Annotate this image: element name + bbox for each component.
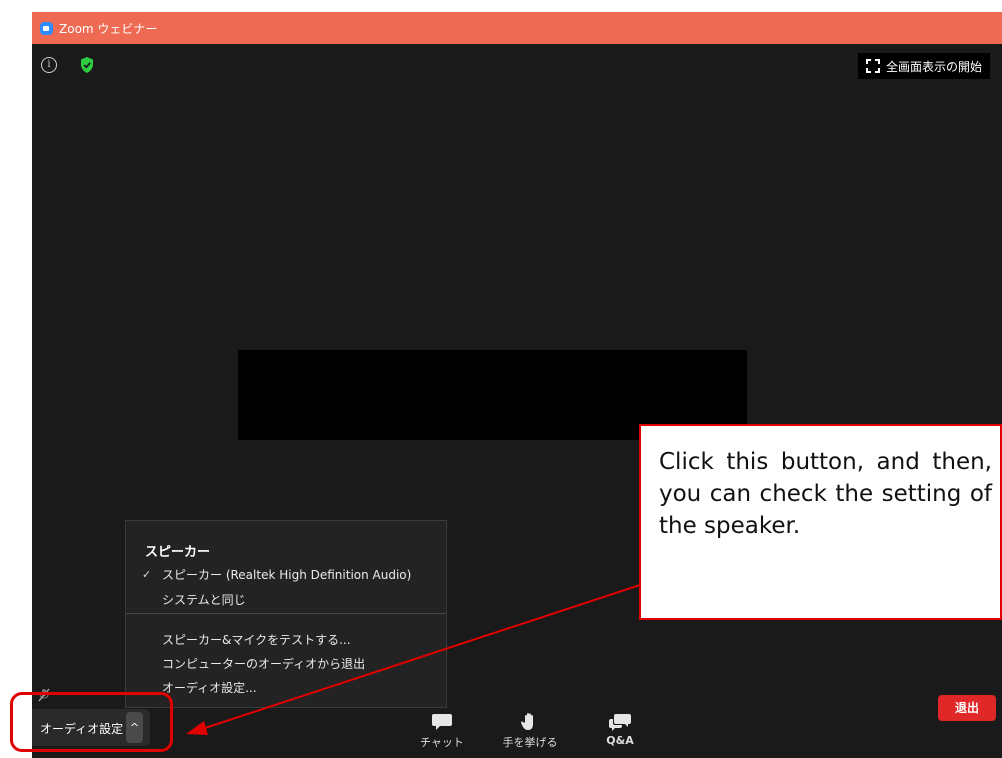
menu-item-same-as-system[interactable]: システムと同じ (162, 591, 246, 608)
fullscreen-icon (866, 59, 880, 73)
zoom-webinar-window: Zoom ウェビナー i 全画面表示の開始 スピーカー ✓ スピーカー (Rea… (32, 12, 1002, 758)
shield-check-icon[interactable] (79, 56, 95, 74)
zoom-app-icon (40, 21, 53, 35)
chat-label: チャット (420, 736, 464, 749)
annotation-callout: Click this button, and then, you can che… (639, 424, 1002, 620)
fullscreen-button[interactable]: 全画面表示の開始 (858, 53, 991, 79)
info-icon[interactable]: i (41, 57, 57, 73)
speaker-section-header: スピーカー (145, 545, 211, 560)
title-bar: Zoom ウェビナー (32, 12, 1002, 44)
raise-hand-button[interactable]: 手を挙げる (497, 712, 563, 750)
window-title: Zoom ウェビナー (59, 21, 158, 36)
qa-label: Q&A (606, 734, 634, 747)
menu-item-test-speaker-mic[interactable]: スピーカー&マイクをテストする... (162, 631, 351, 648)
fullscreen-label: 全画面表示の開始 (886, 59, 983, 74)
menu-item-speaker-realtek[interactable]: スピーカー (Realtek High Definition Audio) (162, 566, 411, 583)
menu-divider (126, 613, 446, 614)
audio-settings-menu: スピーカー ✓ スピーカー (Realtek High Definition A… (125, 520, 447, 708)
raise-hand-icon (521, 713, 533, 730)
menu-item-audio-settings[interactable]: オーディオ設定... (162, 679, 257, 696)
checkmark-icon: ✓ (142, 568, 152, 581)
menu-item-leave-computer-audio[interactable]: コンピューターのオーディオから退出 (162, 655, 365, 672)
annotation-highlight-box (10, 692, 173, 752)
chat-icon (432, 714, 452, 730)
chat-button[interactable]: チャット (417, 712, 467, 750)
leave-button[interactable]: 退出 (938, 695, 996, 721)
raise-hand-label: 手を挙げる (502, 736, 558, 749)
qa-icon (609, 714, 631, 731)
qa-button[interactable]: Q&A (595, 712, 645, 747)
